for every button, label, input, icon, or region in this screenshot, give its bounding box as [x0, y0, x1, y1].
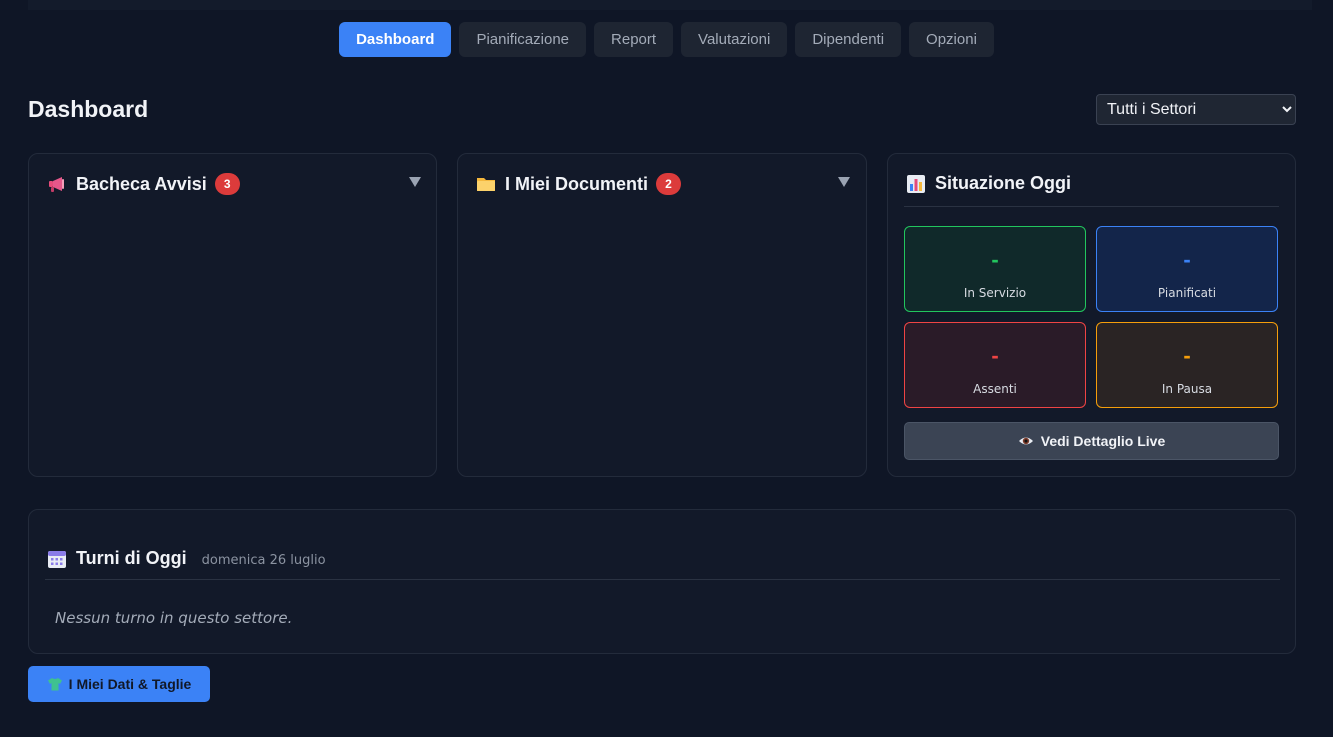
documents-title: I Miei Documenti — [505, 173, 649, 194]
tab-pianificazione[interactable]: Pianificazione — [459, 22, 587, 57]
eye-icon — [1018, 433, 1034, 449]
tab-opzioni[interactable]: Opzioni — [909, 22, 994, 57]
shifts-card: Turni di Oggi domenica 26 luglio Nessun … — [28, 509, 1296, 654]
stat-in-servizio-value: - — [991, 247, 999, 272]
megaphone-icon — [47, 174, 67, 194]
bar-chart-icon — [906, 174, 926, 194]
stat-in-pausa-value: - — [1183, 343, 1191, 368]
stat-pianificati-label: Pianificati — [1157, 286, 1217, 300]
shifts-empty-message: Nessun turno in questo settore. — [55, 609, 293, 627]
shifts-header: Turni di Oggi domenica 26 luglio — [47, 548, 326, 569]
top-strip — [28, 0, 1312, 10]
my-data-button-label: I Miei Dati & Taglie — [68, 676, 192, 692]
calendar-icon — [47, 549, 67, 569]
main-nav: Dashboard Pianificazione Report Valutazi… — [0, 22, 1333, 57]
today-status-card: Situazione Oggi - In Servizio - Pianific… — [887, 153, 1296, 477]
folder-icon — [476, 174, 496, 194]
shifts-date: domenica 26 luglio — [201, 552, 326, 568]
announcements-header: Bacheca Avvisi 3 — [47, 173, 240, 195]
page-title: Dashboard — [28, 96, 149, 122]
stat-pianificati-value: - — [1183, 247, 1191, 272]
my-data-button[interactable]: I Miei Dati & Taglie — [28, 666, 210, 702]
stat-in-pausa-label: In Pausa — [1161, 382, 1213, 396]
stat-assenti-label: Assenti — [973, 382, 1017, 396]
announcements-collapse-toggle[interactable] — [409, 177, 421, 187]
live-detail-button-label: Vedi Dettaglio Live — [1040, 433, 1166, 449]
documents-collapse-toggle[interactable] — [838, 177, 850, 187]
documents-header: I Miei Documenti 2 — [476, 173, 682, 195]
live-detail-button[interactable]: Vedi Dettaglio Live — [904, 422, 1279, 460]
documents-count-badge: 2 — [656, 173, 682, 195]
shifts-divider — [45, 579, 1280, 580]
today-status-divider — [904, 206, 1279, 207]
stat-in-servizio: - In Servizio — [904, 226, 1086, 312]
stat-assenti-value: - — [991, 343, 999, 368]
today-status-header: Situazione Oggi — [906, 173, 1071, 194]
tshirt-icon — [47, 676, 63, 692]
stat-assenti: - Assenti — [904, 322, 1086, 408]
tab-dashboard[interactable]: Dashboard — [339, 22, 452, 57]
sector-select[interactable]: Tutti i Settori — [1096, 94, 1296, 125]
announcements-card: Bacheca Avvisi 3 — [28, 153, 437, 477]
today-status-title: Situazione Oggi — [935, 173, 1072, 193]
stat-in-servizio-label: In Servizio — [963, 286, 1027, 300]
tab-valutazioni[interactable]: Valutazioni — [681, 22, 788, 57]
tab-report[interactable]: Report — [594, 22, 674, 57]
stat-in-pausa: - In Pausa — [1096, 322, 1278, 408]
stat-pianificati: - Pianificati — [1096, 226, 1278, 312]
announcements-title: Bacheca Avvisi — [76, 173, 207, 194]
tab-dipendenti[interactable]: Dipendenti — [795, 22, 902, 57]
shifts-title: Turni di Oggi — [76, 548, 187, 568]
documents-card: I Miei Documenti 2 — [457, 153, 867, 477]
announcements-count-badge: 3 — [214, 173, 240, 195]
